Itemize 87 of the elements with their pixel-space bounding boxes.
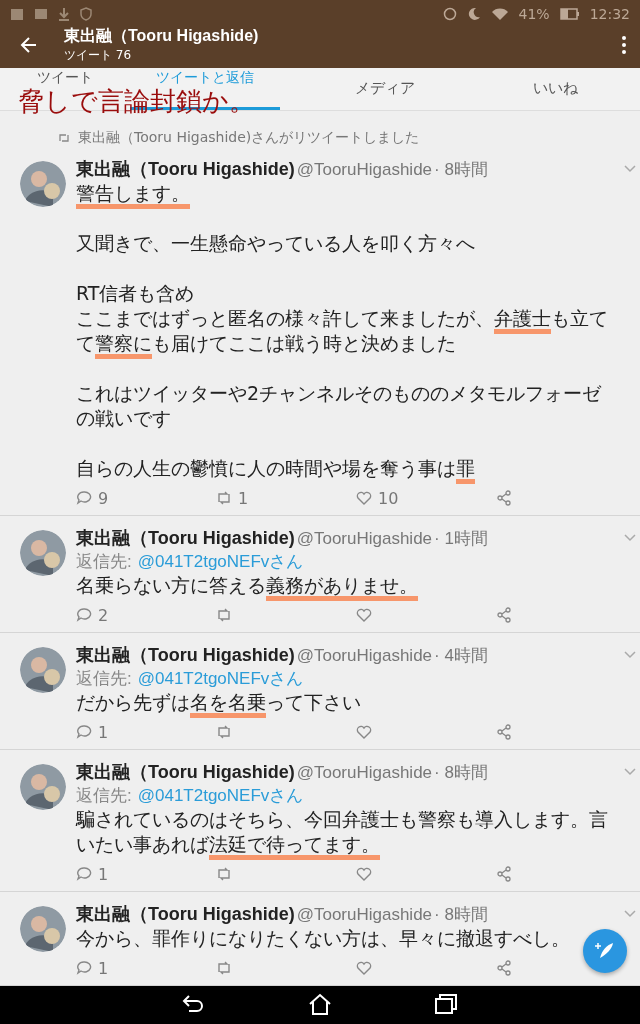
tweet-text: ここまではずっと匿名の様々許して来ましたが、弁護士も立てて警察に も届けてここは戦う時と決めました bbox=[76, 306, 616, 356]
tweet-text: 名乗らない方に答える義務がありませ。 bbox=[76, 573, 616, 598]
reply-label: 返信先: bbox=[76, 551, 132, 573]
share-icon[interactable] bbox=[496, 866, 512, 882]
mention-link[interactable]: @041T2tgoNEFvさん bbox=[137, 550, 304, 573]
heart-icon[interactable] bbox=[356, 724, 372, 740]
timestamp: · 8時間 bbox=[434, 159, 488, 181]
reply-count: 2 bbox=[98, 605, 109, 625]
author-name: 東出融（Tooru Higashide) bbox=[76, 644, 295, 667]
battery-percentage: 41% bbox=[518, 6, 550, 22]
reply-label: 返信先: bbox=[76, 668, 132, 690]
tweet-text: これはツイッターや2チャンネルそのもののメタモルフォーゼの戦いです bbox=[76, 381, 603, 431]
tweet-text: RT信者も含め bbox=[76, 281, 196, 306]
reply-icon[interactable] bbox=[76, 490, 92, 506]
reply-icon[interactable] bbox=[76, 724, 92, 740]
tweet-text: 警告します。 bbox=[76, 181, 616, 206]
retweet-icon[interactable] bbox=[216, 960, 232, 976]
retweet-notice: 東出融（Tooru Higashide)さんがリツイートしました bbox=[78, 129, 420, 147]
timestamp: · 4時間 bbox=[434, 645, 488, 667]
author-handle: @TooruHigashide bbox=[296, 763, 433, 783]
clock: 12:32 bbox=[589, 6, 630, 22]
author-handle: @TooruHigashide bbox=[296, 529, 433, 549]
author-name: 東出融（Tooru Higashide) bbox=[76, 527, 295, 550]
author-name: 東出融（Tooru Higashide) bbox=[76, 158, 295, 181]
retweet-icon[interactable] bbox=[216, 490, 232, 506]
heart-icon[interactable] bbox=[356, 490, 372, 506]
share-icon[interactable] bbox=[496, 490, 512, 506]
avatar bbox=[20, 647, 66, 693]
tweet-text: 又聞きで、一生懸命やっている人を叩く方々へ bbox=[76, 231, 476, 256]
heart-icon[interactable] bbox=[356, 866, 372, 882]
heart-icon[interactable] bbox=[356, 607, 372, 623]
tweet-text: 騙されているのはそちら、今回弁護士も警察も導入します。言いたい事あれば法廷で待ってます。 bbox=[76, 807, 616, 857]
avatar bbox=[20, 764, 66, 810]
tweet-text: 自らの人生の鬱憤に人の時間や場を奪う事は罪 bbox=[76, 456, 616, 481]
timestamp: · 8時間 bbox=[434, 904, 488, 926]
tab[interactable]: いいね bbox=[532, 80, 578, 96]
retweet-icon[interactable] bbox=[216, 607, 232, 623]
battery-icon bbox=[559, 8, 580, 20]
home-button[interactable] bbox=[307, 992, 333, 1018]
reply-icon[interactable] bbox=[76, 866, 92, 882]
share-icon[interactable] bbox=[496, 960, 512, 976]
author-handle: @TooruHigashide bbox=[296, 905, 433, 925]
reply-label: 返信先: bbox=[76, 785, 132, 807]
tab[interactable]: ツイート bbox=[37, 69, 93, 85]
reply-count: 1 bbox=[98, 958, 109, 978]
reply-icon[interactable] bbox=[76, 960, 92, 976]
download-icon bbox=[58, 7, 70, 21]
alarm-icon bbox=[442, 7, 457, 21]
retweet-count: 1 bbox=[238, 488, 249, 508]
tab[interactable]: ツイートと返信 bbox=[156, 69, 254, 85]
avatar bbox=[20, 161, 66, 207]
compose-button[interactable] bbox=[583, 929, 627, 973]
author-name: 東出融（Tooru Higashide) bbox=[76, 903, 295, 926]
author-handle: @TooruHigashide bbox=[296, 160, 433, 180]
chevron-down-icon[interactable] bbox=[624, 165, 636, 173]
reply-count: 1 bbox=[98, 864, 109, 884]
tweet-text: 今から、罪作りになりたくない方は、早々に撤退すべし。 bbox=[76, 926, 571, 951]
mention-link[interactable]: @041T2tgoNEFvさん bbox=[137, 667, 304, 690]
author-name: 東出融（Tooru Higashide) bbox=[76, 761, 295, 784]
share-icon[interactable] bbox=[496, 607, 512, 623]
mention-link[interactable]: @041T2tgoNEFvさん bbox=[137, 784, 304, 807]
reply-count: 9 bbox=[98, 488, 109, 508]
chevron-down-icon[interactable] bbox=[624, 910, 636, 918]
menu-button[interactable] bbox=[620, 35, 628, 55]
profile-name: 東出融（Tooru Higashide) bbox=[64, 26, 260, 46]
heart-icon[interactable] bbox=[356, 960, 372, 976]
timestamp: · 1時間 bbox=[434, 528, 488, 550]
avatar bbox=[20, 530, 66, 576]
tab[interactable]: メディア bbox=[355, 80, 415, 96]
reply-icon[interactable] bbox=[76, 607, 92, 623]
wifi-icon bbox=[490, 7, 509, 21]
share-icon[interactable] bbox=[496, 724, 512, 740]
retweet-icon[interactable] bbox=[216, 724, 232, 740]
moon-icon bbox=[466, 7, 481, 21]
tweet-text: だから先ずは名を名乗 って下さい bbox=[76, 690, 616, 715]
chevron-down-icon[interactable] bbox=[624, 768, 636, 776]
retweet-icon bbox=[58, 133, 70, 143]
shield-icon bbox=[80, 7, 92, 21]
chevron-down-icon[interactable] bbox=[624, 534, 636, 542]
chevron-down-icon[interactable] bbox=[624, 651, 636, 659]
author-handle: @TooruHigashide bbox=[296, 646, 433, 666]
tweet-count: ツイート 76 bbox=[64, 47, 133, 64]
reply-count: 1 bbox=[98, 722, 109, 742]
retweet-icon[interactable] bbox=[216, 866, 232, 882]
like-count: 10 bbox=[378, 488, 399, 508]
avatar bbox=[20, 906, 66, 952]
timestamp: · 8時間 bbox=[434, 762, 488, 784]
